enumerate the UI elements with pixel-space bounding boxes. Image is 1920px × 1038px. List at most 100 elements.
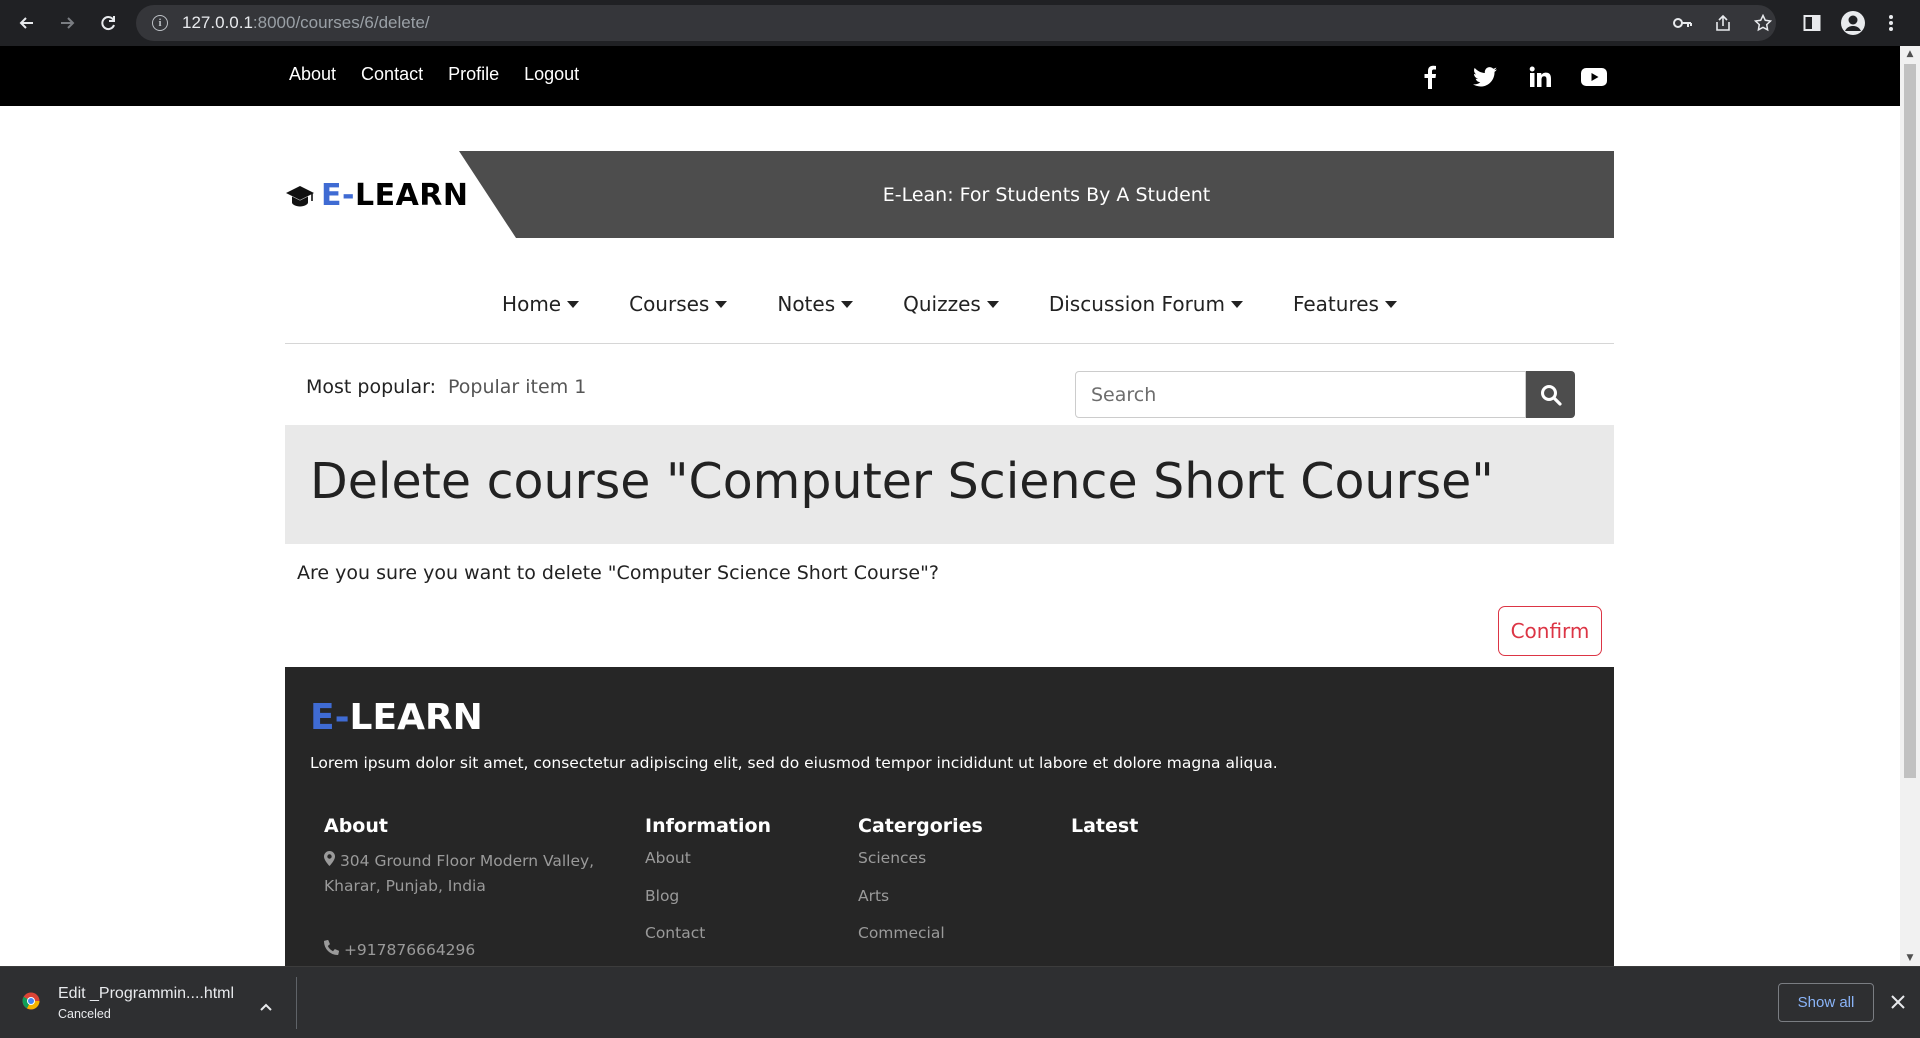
footer-about-column: About 304 Ground Floor Modern Valley, Kh…	[323, 815, 594, 963]
page-title: Delete course "Computer Science Short Co…	[310, 453, 1494, 510]
download-status: Canceled	[58, 1007, 111, 1021]
caret-down-icon	[715, 301, 728, 308]
nav-home[interactable]: Home	[502, 292, 580, 343]
nav-discussion-forum[interactable]: Discussion Forum	[1049, 292, 1243, 343]
footer-information-heading: Information	[645, 815, 772, 837]
nav-features-label: Features	[1292, 292, 1379, 316]
logo-text: E-LEARN	[321, 178, 469, 213]
download-filename: Edit _Programmin....html	[58, 985, 235, 1002]
footer-phone: +917876664296	[323, 938, 594, 963]
footer-address: 304 Ground Floor Modern Valley, Kharar, …	[324, 849, 594, 899]
caret-down-icon	[1230, 301, 1243, 308]
delete-confirm-question: Are you sure you want to delete "Compute…	[297, 562, 939, 584]
nav-home-label: Home	[502, 292, 562, 316]
confirm-button[interactable]: Confirm	[1498, 606, 1602, 656]
site-info-icon[interactable]: i	[152, 15, 168, 31]
site-logo[interactable]: E-LEARN	[285, 178, 469, 213]
download-item[interactable]: Edit _Programmin....html Canceled	[22, 980, 297, 1026]
bookmark-star-icon[interactable]	[1748, 8, 1778, 38]
footer-phone-number: +917876664296	[343, 941, 476, 959]
nav-quizzes[interactable]: Quizzes	[903, 292, 999, 343]
top-link-logout[interactable]: Logout	[524, 64, 579, 85]
search-button[interactable]	[1526, 371, 1575, 418]
footer-logo-rest: LEARN	[349, 697, 483, 738]
chevron-up-icon[interactable]	[260, 996, 272, 1015]
footer-link-commecial[interactable]: Commecial	[858, 924, 983, 942]
key-icon[interactable]	[1668, 8, 1698, 38]
scroll-down-arrow-icon[interactable]: ▼	[1900, 950, 1920, 966]
close-icon[interactable]	[1884, 988, 1912, 1016]
top-link-profile[interactable]: Profile	[448, 64, 499, 85]
nav-notes-label: Notes	[777, 292, 836, 316]
nav-discussion-forum-label: Discussion Forum	[1048, 292, 1225, 316]
main-nav: Home Courses Notes Quizzes Discussion Fo…	[285, 282, 1614, 344]
back-icon[interactable]	[12, 8, 42, 38]
most-popular: Most popular: Popular item 1	[306, 376, 586, 398]
tagline-text: E-Lean: For Students By A Student	[882, 183, 1211, 206]
chrome-menu-icon[interactable]	[1876, 8, 1906, 38]
linkedin-icon[interactable]	[1525, 62, 1555, 92]
footer-link-about[interactable]: About	[645, 849, 771, 867]
logo-rest: LEARN	[354, 178, 469, 213]
footer-logo: E-LEARN	[310, 697, 483, 738]
download-separator	[296, 977, 297, 1029]
phone-icon	[323, 939, 340, 959]
nav-notes[interactable]: Notes	[777, 292, 854, 343]
footer-description: Lorem ipsum dolor sit amet, consectetur …	[310, 754, 1278, 772]
caret-down-icon	[567, 301, 580, 308]
show-all-button[interactable]: Show all	[1778, 983, 1874, 1022]
footer-about-heading: About	[324, 815, 388, 837]
url-host: 127.0.0.1	[182, 13, 253, 32]
top-link-contact[interactable]: Contact	[361, 64, 423, 85]
top-link-about[interactable]: About	[289, 64, 336, 85]
footer-categories-heading: Catergories	[858, 815, 983, 837]
footer-address-line1: 304 Ground Floor Modern Valley,	[339, 852, 595, 870]
footer-categories-column: Catergories Sciences Arts Commecial	[858, 815, 983, 942]
search-input[interactable]	[1075, 371, 1526, 418]
facebook-icon[interactable]	[1415, 62, 1445, 92]
footer-logo-prefix: E-	[310, 697, 350, 738]
top-nav-bar: About Contact Profile Logout	[0, 46, 1900, 106]
nav-quizzes-label: Quizzes	[903, 292, 981, 316]
site-footer: E-LEARN Lorem ipsum dolor sit amet, cons…	[285, 667, 1614, 967]
top-nav-links: About Contact Profile Logout	[289, 64, 579, 85]
url-path: :8000/courses/6/delete/	[252, 13, 430, 32]
footer-latest-heading: Latest	[1071, 815, 1139, 837]
search-icon	[1540, 384, 1562, 406]
side-panel-icon[interactable]	[1797, 8, 1827, 38]
footer-link-arts[interactable]: Arts	[858, 887, 983, 905]
caret-down-icon	[841, 301, 854, 308]
download-bar: Edit _Programmin....html Canceled Show a…	[0, 966, 1920, 1038]
footer-address-line2: Kharar, Punjab, India	[324, 877, 486, 895]
forward-icon[interactable]	[52, 8, 82, 38]
browser-toolbar: i 127.0.0.1:8000/courses/6/delete/	[0, 0, 1920, 46]
tagline-banner: E-Lean: For Students By A Student	[459, 151, 1614, 238]
profile-avatar-icon[interactable]	[1838, 8, 1868, 38]
youtube-icon[interactable]	[1579, 62, 1609, 92]
twitter-icon[interactable]	[1470, 62, 1500, 92]
footer-information-column: Information About Blog Contact	[645, 815, 771, 942]
page-scrollbar[interactable]: ▲ ▼	[1900, 46, 1920, 966]
nav-courses[interactable]: Courses	[629, 292, 728, 343]
footer-latest-column: Latest	[1071, 815, 1138, 849]
graduation-cap-icon	[285, 183, 315, 209]
footer-link-sciences[interactable]: Sciences	[858, 849, 983, 867]
popular-item-link[interactable]: Popular item 1	[448, 376, 586, 398]
search-form	[1075, 371, 1575, 418]
reload-icon[interactable]	[93, 8, 123, 38]
download-info: Edit _Programmin....html Canceled	[58, 985, 234, 1021]
share-icon[interactable]	[1708, 8, 1738, 38]
chrome-icon	[22, 992, 40, 1014]
address-bar[interactable]: i 127.0.0.1:8000/courses/6/delete/	[136, 5, 1776, 41]
footer-link-contact[interactable]: Contact	[645, 924, 771, 942]
caret-down-icon	[986, 301, 999, 308]
page-header: Delete course "Computer Science Short Co…	[285, 425, 1614, 544]
most-popular-label: Most popular:	[306, 376, 436, 398]
footer-link-blog[interactable]: Blog	[645, 887, 771, 905]
scroll-thumb[interactable]	[1904, 64, 1916, 778]
nav-features[interactable]: Features	[1293, 292, 1397, 343]
caret-down-icon	[1384, 301, 1397, 308]
map-marker-icon	[324, 851, 335, 870]
scroll-up-arrow-icon[interactable]: ▲	[1900, 46, 1920, 62]
nav-courses-label: Courses	[629, 292, 710, 316]
